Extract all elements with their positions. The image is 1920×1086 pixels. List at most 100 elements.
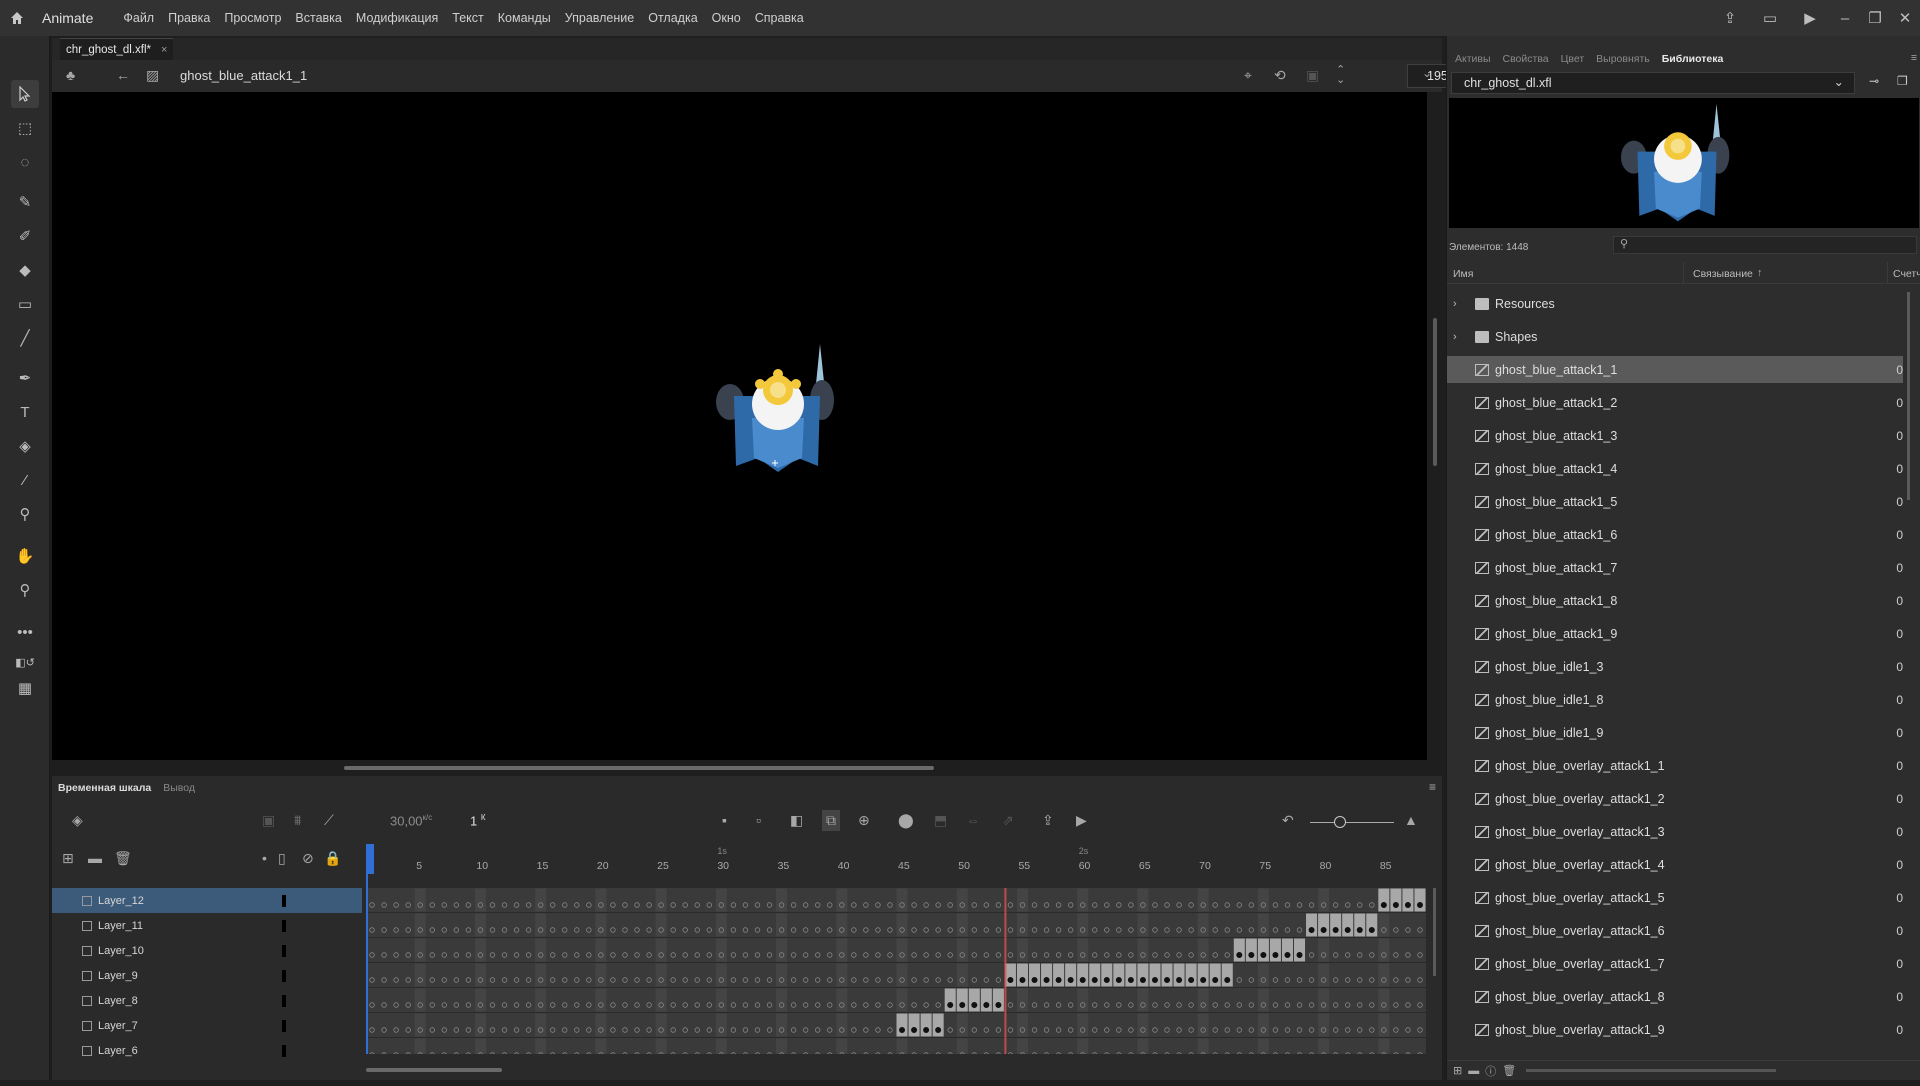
- layers-icon[interactable]: ◈: [72, 812, 83, 829]
- bone-tool-icon[interactable]: ⚲: [11, 500, 39, 528]
- new-folder-icon[interactable]: ▬: [88, 850, 102, 866]
- frame-cell[interactable]: [1041, 938, 1053, 962]
- frame-cell[interactable]: [872, 938, 884, 962]
- frame-cell[interactable]: [944, 888, 956, 912]
- keyframe-cell[interactable]: [1318, 913, 1330, 937]
- frame-cell[interactable]: [739, 1038, 751, 1055]
- frame-cell[interactable]: [1016, 888, 1028, 912]
- frame-cell[interactable]: [655, 988, 667, 1012]
- keyframe-cell[interactable]: [980, 988, 992, 1012]
- frame-cell[interactable]: [486, 913, 498, 937]
- frame-cell[interactable]: [980, 1013, 992, 1037]
- frame-cell[interactable]: [812, 1013, 824, 1037]
- frame-cell[interactable]: [1077, 1038, 1089, 1055]
- frame-cell[interactable]: [992, 963, 1004, 987]
- frame-cell[interactable]: [1269, 1013, 1281, 1037]
- frame-cell[interactable]: [1077, 938, 1089, 962]
- frame-cell[interactable]: [776, 913, 788, 937]
- frame-cell[interactable]: [1245, 1038, 1257, 1055]
- library-item[interactable]: ghost_blue_overlay_attack1_2 0: [1447, 785, 1903, 812]
- frame-cell[interactable]: [438, 938, 450, 962]
- frame-cell[interactable]: [1378, 938, 1390, 962]
- hand-tool-icon[interactable]: ✋: [11, 542, 39, 570]
- frame-cell[interactable]: [426, 988, 438, 1012]
- frame-cell[interactable]: [1016, 913, 1028, 937]
- delete-icon[interactable]: 🗑: [1502, 1064, 1516, 1077]
- frame-cell[interactable]: [1041, 888, 1053, 912]
- ghost-character-graphic[interactable]: [712, 342, 842, 477]
- frame-cell[interactable]: [1390, 1013, 1402, 1037]
- frame-cell[interactable]: [1004, 888, 1016, 912]
- frame-cell[interactable]: [511, 1038, 523, 1055]
- menu-edit[interactable]: Правка: [168, 11, 210, 25]
- frame-cell[interactable]: [583, 988, 595, 1012]
- frame-cell[interactable]: [884, 1013, 896, 1037]
- frame-cell[interactable]: [1354, 988, 1366, 1012]
- frame-cell[interactable]: [583, 913, 595, 937]
- frame-cell[interactable]: [474, 1013, 486, 1037]
- clip-icon[interactable]: ▣: [1306, 67, 1319, 84]
- frame-cell[interactable]: [474, 1038, 486, 1055]
- frame-cell[interactable]: [980, 913, 992, 937]
- frame-cell[interactable]: [426, 1038, 438, 1055]
- frame-cell[interactable]: [788, 963, 800, 987]
- frame-cell[interactable]: [1281, 988, 1293, 1012]
- frame-cell[interactable]: [511, 963, 523, 987]
- frame-cell[interactable]: [776, 938, 788, 962]
- library-item[interactable]: ghost_blue_idle1_9 0: [1447, 719, 1903, 746]
- frame-cell[interactable]: [1330, 1013, 1342, 1037]
- frame-cell[interactable]: [595, 1013, 607, 1037]
- frame-cell[interactable]: [764, 1038, 776, 1055]
- frame-cell[interactable]: [1113, 888, 1125, 912]
- frame-cell[interactable]: [715, 1013, 727, 1037]
- frame-cell[interactable]: [1269, 1038, 1281, 1055]
- library-item[interactable]: ghost_blue_overlay_attack1_1 0: [1447, 752, 1903, 779]
- frame-cell[interactable]: [1101, 988, 1113, 1012]
- frame-cell[interactable]: [655, 963, 667, 987]
- frame-cell[interactable]: [607, 888, 619, 912]
- frame-cell[interactable]: [1414, 913, 1426, 937]
- frame-cell[interactable]: [944, 938, 956, 962]
- frame-cell[interactable]: [619, 988, 631, 1012]
- frame-cell[interactable]: [462, 913, 474, 937]
- frame-cell[interactable]: [1089, 913, 1101, 937]
- frame-cell[interactable]: [402, 1013, 414, 1037]
- playhead-line[interactable]: [366, 874, 368, 1054]
- frame-cell[interactable]: [607, 1013, 619, 1037]
- frame-cell[interactable]: [1366, 888, 1378, 912]
- frame-cell[interactable]: [1233, 913, 1245, 937]
- frame-cell[interactable]: [450, 963, 462, 987]
- menu-help[interactable]: Справка: [755, 11, 804, 25]
- frame-cell[interactable]: [426, 1013, 438, 1037]
- frame-cell[interactable]: [764, 888, 776, 912]
- fps-value[interactable]: 30,00к/с: [390, 813, 432, 828]
- frame-cell[interactable]: [655, 1038, 667, 1055]
- layer-outline-swatch[interactable]: [282, 1044, 286, 1057]
- selection-tool-icon[interactable]: [11, 80, 39, 108]
- library-item[interactable]: ghost_blue_attack1_2 0: [1447, 389, 1903, 416]
- frame-cell[interactable]: [956, 963, 968, 987]
- keyframe-cell[interactable]: [956, 988, 968, 1012]
- frame-cell[interactable]: [390, 888, 402, 912]
- frame-cell[interactable]: [1342, 988, 1354, 1012]
- tab-properties[interactable]: Свойства: [1503, 53, 1549, 65]
- frame-cell[interactable]: [896, 888, 908, 912]
- rectangle-tool-icon[interactable]: ▭: [11, 290, 39, 318]
- frame-cell[interactable]: [908, 888, 920, 912]
- frame-cell[interactable]: [1390, 938, 1402, 962]
- frame-cell[interactable]: [547, 988, 559, 1012]
- frame-cell[interactable]: [872, 1013, 884, 1037]
- frame-cell[interactable]: [980, 888, 992, 912]
- chevron-right-icon[interactable]: ›: [1453, 298, 1469, 310]
- frame-cell[interactable]: [727, 913, 739, 937]
- frame-cell[interactable]: [547, 913, 559, 937]
- frame-cell[interactable]: [824, 1038, 836, 1055]
- new-library-panel-icon[interactable]: ❐: [1897, 74, 1908, 88]
- tab-align[interactable]: Выровнять: [1596, 53, 1650, 65]
- frame-cell[interactable]: [848, 913, 860, 937]
- frame-cell[interactable]: [691, 1013, 703, 1037]
- frame-cell[interactable]: [944, 1038, 956, 1055]
- frame-cell[interactable]: [703, 888, 715, 912]
- frame-cell[interactable]: [1089, 988, 1101, 1012]
- frame-cell[interactable]: [812, 913, 824, 937]
